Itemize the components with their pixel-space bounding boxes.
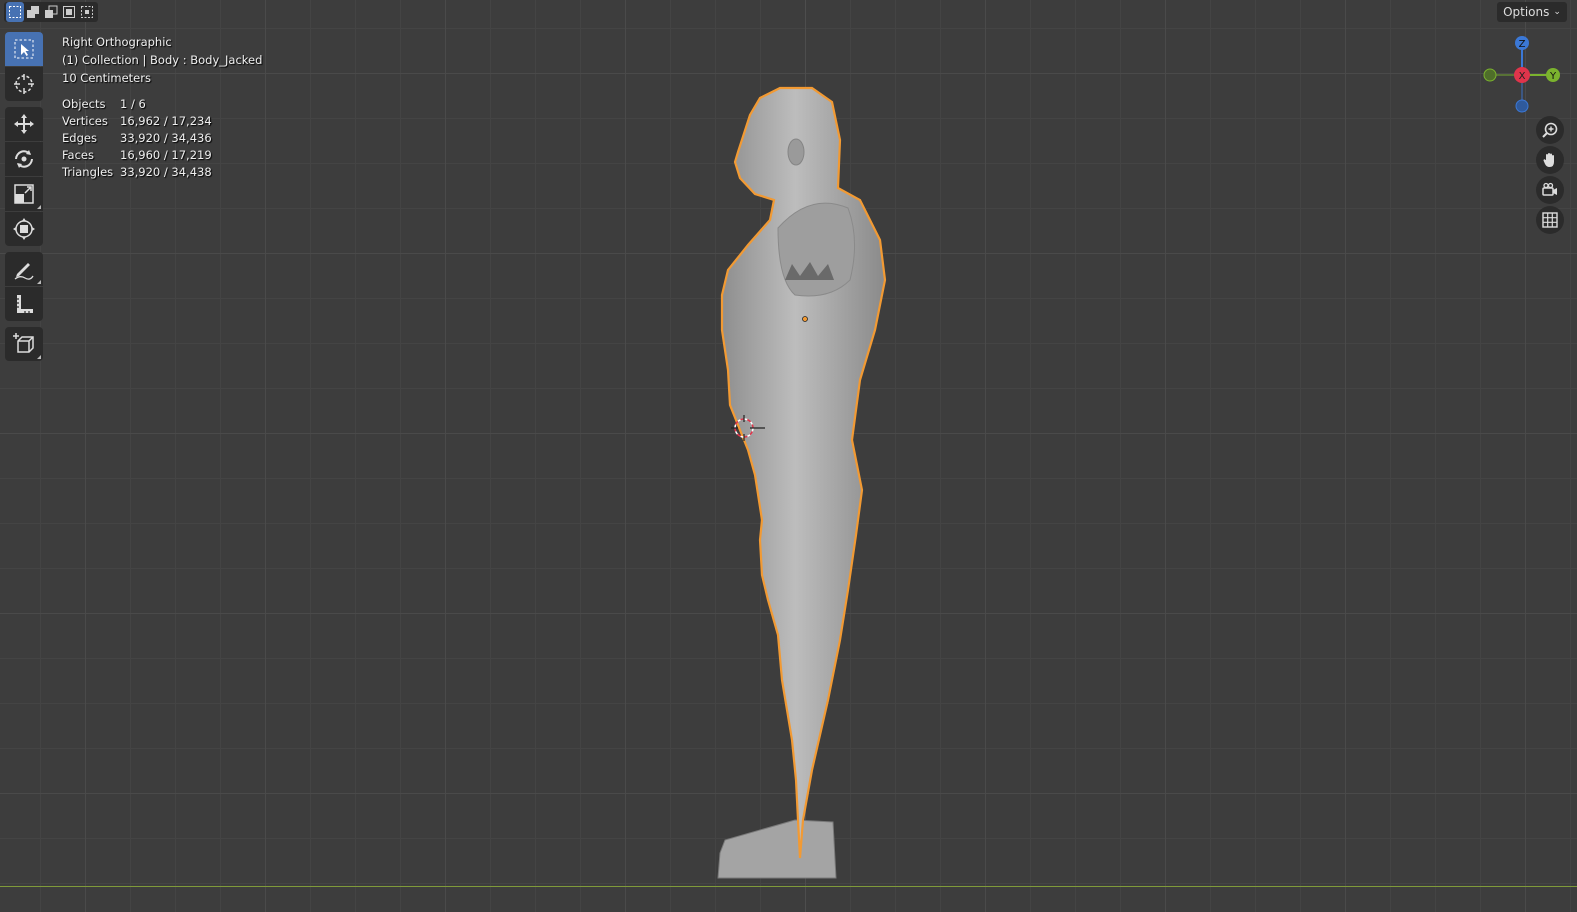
mode-new-button[interactable]: [6, 2, 24, 22]
ear: [787, 138, 805, 166]
mode-invert-button[interactable]: [60, 2, 78, 22]
hand-icon: [1543, 153, 1554, 167]
collection-info: (1) Collection | Body : Body_Jacked: [62, 53, 263, 67]
object-origin: [802, 316, 808, 322]
chevron-down-icon: ⌄: [1553, 7, 1561, 17]
annotate-icon: [14, 263, 34, 280]
stat-label: Faces: [62, 148, 94, 162]
mode-intersect-button[interactable]: [78, 2, 96, 22]
arm-stump: [777, 202, 856, 297]
invert-icon: [63, 6, 75, 18]
submenu-corner-indicator: [37, 280, 41, 284]
mode-subtract-button[interactable]: [42, 2, 60, 22]
rotate-icon: [15, 150, 33, 168]
stat-label: Objects: [62, 97, 106, 111]
selection-mode-group: [4, 2, 98, 22]
gizmo-x-label: X: [1519, 71, 1526, 82]
zoom-icon: [1542, 122, 1558, 138]
gizmo-neg-y-axis[interactable]: [1483, 68, 1497, 82]
viewport-info-overlay: Right Orthographic (1) Collection | Body…: [62, 33, 262, 87]
submenu-corner-indicator: [37, 355, 41, 359]
view-name: Right Orthographic: [62, 35, 172, 49]
add-cube-icon: [13, 333, 34, 353]
options-label: Options: [1503, 5, 1550, 19]
body-jacked-mesh[interactable]: [700, 80, 900, 890]
stat-value: 33,920 / 34,438: [120, 165, 212, 179]
transform-icon: [13, 218, 35, 240]
scale-icon: [14, 184, 34, 204]
stat-row: Edges 33,920 / 34,436: [62, 130, 212, 147]
tool-move[interactable]: [5, 107, 43, 141]
pan-button[interactable]: [1536, 146, 1564, 174]
body-silhouette: [720, 86, 887, 859]
stat-row: Vertices 16,962 / 17,234: [62, 113, 212, 130]
scene-statistics: Objects 1 / 6 Vertices 16,962 / 17,234 Edg…: [62, 96, 212, 181]
stat-row: Objects 1 / 6: [62, 96, 212, 113]
stat-value: 16,960 / 17,219: [120, 148, 212, 162]
stat-row: Faces 16,960 / 17,219: [62, 147, 212, 164]
grid-scale: 10 Centimeters: [62, 71, 151, 85]
grid-icon: [1542, 212, 1558, 228]
stat-label: Edges: [62, 131, 97, 145]
stat-row: Triangles 33,920 / 34,438: [62, 164, 212, 181]
extend-icon: [27, 6, 39, 18]
stat-label: Triangles: [62, 165, 114, 179]
navigation-gizmo[interactable]: Z X Y: [1480, 33, 1570, 118]
mode-extend-button[interactable]: [24, 2, 42, 22]
tool-scale[interactable]: [5, 177, 43, 211]
stat-label: Vertices: [62, 114, 108, 128]
stat-value: 33,920 / 34,436: [120, 131, 212, 145]
camera-view-button[interactable]: [1536, 176, 1564, 204]
tool-shelf: [5, 32, 45, 362]
submenu-corner-indicator: [37, 205, 41, 209]
subtract-icon: [45, 5, 58, 18]
tool-annotate[interactable]: [5, 252, 43, 286]
zoom-button[interactable]: [1536, 116, 1564, 144]
options-dropdown[interactable]: Options ⌄: [1497, 2, 1567, 22]
tool-cursor[interactable]: [5, 67, 43, 101]
measure-icon: [17, 295, 33, 313]
select-box-icon: [9, 6, 21, 18]
tool-transform[interactable]: [5, 212, 43, 246]
tool-measure[interactable]: [5, 287, 43, 321]
gizmo-z-label: Z: [1519, 39, 1526, 50]
3d-cursor-icon[interactable]: [730, 414, 766, 442]
select-box-icon: [14, 39, 34, 59]
gizmo-y-label: Y: [1549, 71, 1557, 82]
gizmo-neg-z-axis[interactable]: [1515, 99, 1529, 113]
camera-icon: [1542, 182, 1557, 196]
tool-rotate[interactable]: [5, 142, 43, 176]
stat-value: 16,962 / 17,234: [120, 114, 212, 128]
cursor-icon: [14, 74, 34, 94]
foot: [717, 819, 837, 879]
stat-value: 1 / 6: [120, 97, 146, 111]
tool-add-cube[interactable]: [5, 327, 43, 361]
move-icon: [14, 114, 34, 134]
toggle-perspective-button[interactable]: [1536, 206, 1564, 234]
tool-select-box[interactable]: [5, 32, 43, 66]
intersect-icon: [81, 6, 93, 18]
